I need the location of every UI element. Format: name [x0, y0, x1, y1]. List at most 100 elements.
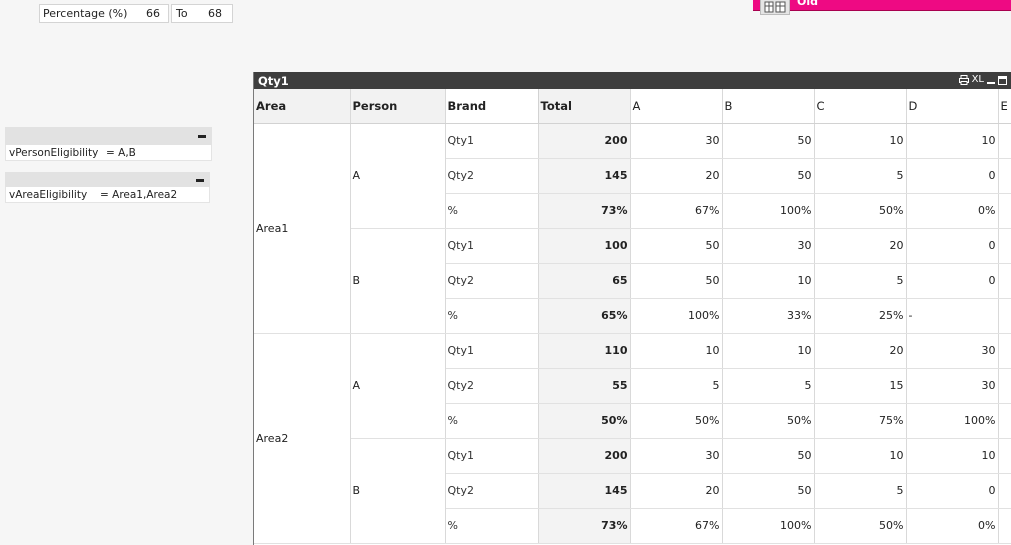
value-cell: 5: [814, 158, 907, 194]
person-eligibility-row[interactable]: vPersonEligibility = A,B: [5, 145, 212, 161]
pivot-table-caption: Qty1 XL: [254, 72, 1011, 89]
value-cell: 75%: [814, 403, 907, 439]
header-col-a[interactable]: A: [630, 89, 723, 124]
header-col-e[interactable]: E: [998, 89, 1011, 124]
value-cell: 0: [906, 158, 999, 194]
header-area[interactable]: Area: [254, 89, 351, 124]
area-cell[interactable]: Area1: [254, 123, 351, 334]
value-cell: 30: [630, 438, 723, 474]
brand-cell[interactable]: %: [445, 508, 539, 544]
maximize-icon[interactable]: [998, 75, 1007, 85]
old-sheet-tab[interactable]: Old: [753, 0, 1011, 11]
value-cell: 0: [906, 228, 999, 264]
value-cell: 0%: [906, 508, 999, 544]
variable-name: vAreaEligibility: [9, 188, 88, 201]
value-cell: 50: [722, 158, 815, 194]
value-cell: [998, 473, 1011, 509]
pivot-table: Area Person Brand Total A B C D E Area1 A…: [254, 89, 1011, 544]
brand-cell[interactable]: %: [445, 193, 539, 229]
header-col-b[interactable]: B: [722, 89, 815, 124]
value-cell: 5: [814, 263, 907, 299]
value-cell: [998, 438, 1011, 474]
brand-cell[interactable]: %: [445, 403, 539, 439]
minimize-icon[interactable]: [987, 74, 995, 86]
value-cell: 30: [722, 228, 815, 264]
value-cell: [998, 403, 1011, 439]
value-cell: 25%: [814, 298, 907, 334]
value-cell: 50%: [814, 508, 907, 544]
area-eligibility-box: vAreaEligibility = Area1,Area2: [5, 172, 210, 203]
brand-cell[interactable]: Qty2: [445, 158, 539, 194]
value-cell: 30: [906, 333, 999, 369]
total-cell: 100: [538, 228, 631, 264]
area-cell[interactable]: Area2: [254, 333, 351, 544]
value-cell: 67%: [630, 193, 723, 229]
percentage-filter-from[interactable]: Percentage (%) 66: [39, 4, 169, 23]
value-cell: 20: [814, 228, 907, 264]
value-cell: 0: [906, 263, 999, 299]
table-layout-icon[interactable]: [760, 0, 790, 15]
area-eligibility-row[interactable]: vAreaEligibility = Area1,Area2: [5, 187, 210, 203]
value-cell: 10: [906, 123, 999, 159]
value-cell: 0: [906, 473, 999, 509]
brand-cell[interactable]: Qty1: [445, 228, 539, 264]
person-cell[interactable]: A: [350, 123, 446, 229]
percentage-from-value[interactable]: 66: [130, 7, 168, 20]
value-cell: [998, 368, 1011, 404]
value-cell: [998, 193, 1011, 229]
header-brand[interactable]: Brand: [445, 89, 539, 124]
value-cell: 20: [814, 333, 907, 369]
value-cell: [998, 333, 1011, 369]
variable-value[interactable]: = A,B: [106, 147, 136, 159]
print-icon[interactable]: [958, 75, 969, 85]
total-cell: 73%: [538, 508, 631, 544]
table-row: Area1 A Qty1 200 30 50 10 10: [254, 123, 1011, 334]
percentage-to-value[interactable]: 68: [192, 7, 232, 20]
value-cell: 67%: [630, 508, 723, 544]
value-cell: 50: [722, 123, 815, 159]
total-cell: 110: [538, 333, 631, 369]
minimize-icon[interactable]: [196, 179, 204, 182]
value-cell: 50: [630, 263, 723, 299]
caption-icons: XL: [958, 74, 1007, 86]
value-cell: 50: [630, 228, 723, 264]
header-col-d[interactable]: D: [906, 89, 999, 124]
header-col-c[interactable]: C: [814, 89, 907, 124]
value-cell: 10: [630, 333, 723, 369]
percentage-to-label: To: [176, 7, 188, 20]
person-eligibility-box: vPersonEligibility = A,B: [5, 127, 212, 161]
xl-icon[interactable]: XL: [972, 74, 984, 86]
value-cell: -: [998, 298, 1011, 334]
header-total[interactable]: Total: [538, 89, 631, 124]
person-cell[interactable]: B: [350, 438, 446, 544]
person-cell[interactable]: B: [350, 228, 446, 334]
value-cell: 100%: [722, 508, 815, 544]
brand-cell[interactable]: Qty2: [445, 263, 539, 299]
value-cell: 50: [722, 473, 815, 509]
value-cell: -: [906, 298, 999, 334]
value-cell: 10: [906, 438, 999, 474]
person-cell[interactable]: A: [350, 333, 446, 439]
brand-cell[interactable]: Qty1: [445, 123, 539, 159]
header-person[interactable]: Person: [350, 89, 446, 124]
variable-value[interactable]: = Area1,Area2: [100, 189, 177, 201]
value-cell: [998, 263, 1011, 299]
brand-cell[interactable]: Qty2: [445, 473, 539, 509]
brand-cell[interactable]: Qty2: [445, 368, 539, 404]
total-cell: 200: [538, 123, 631, 159]
pivot-table-title: Qty1: [258, 73, 289, 88]
brand-cell[interactable]: Qty1: [445, 438, 539, 474]
percentage-filter-to[interactable]: To 68: [171, 4, 233, 23]
brand-cell[interactable]: %: [445, 298, 539, 334]
total-cell: 55: [538, 368, 631, 404]
header-row: Area Person Brand Total A B C D E: [254, 89, 1011, 124]
minimize-icon[interactable]: [198, 135, 206, 138]
value-cell: [998, 228, 1011, 264]
percentage-filter-label: Percentage (%): [43, 7, 128, 20]
total-cell: 145: [538, 473, 631, 509]
total-cell: 50%: [538, 403, 631, 439]
value-cell: 30: [630, 123, 723, 159]
value-cell: 20: [630, 158, 723, 194]
brand-cell[interactable]: Qty1: [445, 333, 539, 369]
value-cell: 15: [814, 368, 907, 404]
